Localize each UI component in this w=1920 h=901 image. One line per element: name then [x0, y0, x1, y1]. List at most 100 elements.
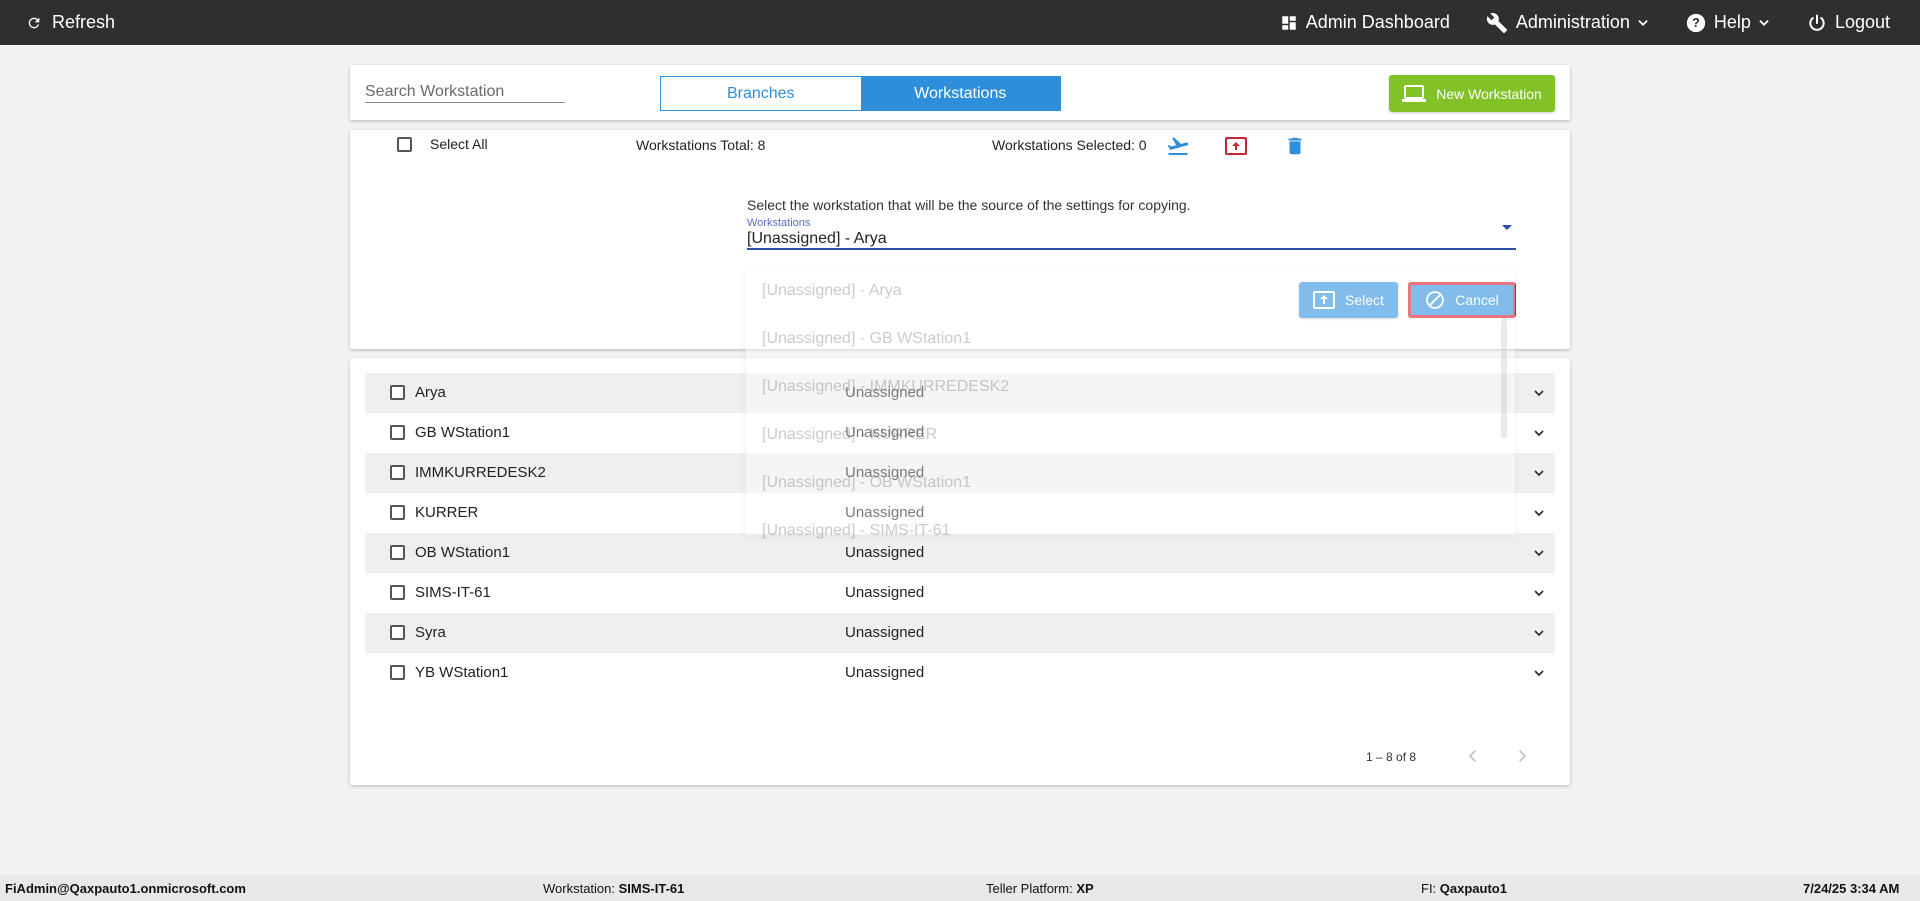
- help-icon: ?: [1686, 13, 1706, 32]
- select-label: Select: [1345, 292, 1384, 308]
- table-row[interactable]: IMMKURREDESK2 Unassigned: [365, 453, 1555, 493]
- refresh-label: Refresh: [52, 12, 116, 32]
- status-fi: FI: Qaxpauto1: [1421, 881, 1507, 896]
- chevron-down-icon: [1638, 19, 1648, 26]
- chevron-right-icon: [1519, 750, 1527, 762]
- workstation-name: KURRER: [415, 504, 479, 521]
- workstation-branch: Unassigned: [845, 664, 925, 681]
- workstation-name: IMMKURREDESK2: [415, 464, 546, 481]
- tab-workstations[interactable]: Workstations: [860, 77, 1060, 110]
- table-row[interactable]: GB WStation1 Unassigned: [365, 413, 1555, 453]
- row-checkbox[interactable]: [390, 425, 405, 440]
- copy-settings-button[interactable]: [1166, 134, 1190, 163]
- nav-administration[interactable]: Administration: [1486, 12, 1650, 34]
- workstation-branch: Unassigned: [845, 584, 925, 601]
- top-nav: Admin Dashboard Administration ? Help Lo…: [1244, 0, 1890, 45]
- workstation-branch: Unassigned: [845, 624, 925, 641]
- status-user: FiAdmin@Qaxpauto1.onmicrosoft.com: [5, 881, 246, 896]
- toolbar-card: Branches Workstations New Workstation: [350, 65, 1570, 120]
- select-all-label: Select All: [430, 136, 488, 152]
- source-workstation-dropdown[interactable]: Workstations [Unassigned] - Arya: [747, 217, 1516, 250]
- top-bar: Refresh Admin Dashboard Administration ?…: [0, 0, 1920, 45]
- pager-prev-button[interactable]: [1464, 747, 1482, 770]
- new-workstation-button[interactable]: New Workstation: [1389, 75, 1555, 112]
- dropdown-value: [Unassigned] - Arya: [747, 230, 887, 247]
- search-input[interactable]: [365, 81, 565, 103]
- row-checkbox[interactable]: [390, 625, 405, 640]
- expand-chevron-icon[interactable]: [1531, 625, 1547, 645]
- workstation-name: Syra: [415, 624, 446, 641]
- copy-instructions: Select the workstation that will be the …: [747, 197, 1191, 213]
- select-all[interactable]: Select All: [397, 136, 488, 152]
- table-row[interactable]: OB WStation1 Unassigned: [365, 533, 1555, 573]
- table-row[interactable]: SIMS-IT-61 Unassigned: [365, 573, 1555, 613]
- table-row[interactable]: Syra Unassigned: [365, 613, 1555, 653]
- pager-next-button[interactable]: [1513, 747, 1531, 770]
- chevron-left-icon: [1468, 750, 1476, 762]
- workstation-name: Arya: [415, 384, 446, 401]
- expand-chevron-icon[interactable]: [1531, 585, 1547, 605]
- expand-chevron-icon[interactable]: [1531, 545, 1547, 565]
- new-workstation-label: New Workstation: [1436, 85, 1542, 102]
- table-row[interactable]: Arya Unassigned: [365, 373, 1555, 413]
- row-checkbox[interactable]: [390, 585, 405, 600]
- nav-help-label: Help: [1713, 12, 1751, 32]
- expand-chevron-icon[interactable]: [1531, 385, 1547, 405]
- refresh-icon: [28, 17, 40, 28]
- cancel-label: Cancel: [1455, 292, 1499, 308]
- view-toggle: Branches Workstations: [660, 76, 1061, 111]
- dropdown-label: Workstations: [747, 217, 811, 229]
- expand-chevron-icon[interactable]: [1531, 465, 1547, 485]
- status-workstation: Workstation: SIMS-IT-61: [543, 881, 685, 896]
- workstation-branch: Unassigned: [845, 424, 925, 441]
- trash-icon: [1288, 137, 1302, 155]
- export-button[interactable]: [1224, 134, 1248, 163]
- expand-chevron-icon[interactable]: [1531, 425, 1547, 445]
- status-datetime: 7/24/25 3:34 AM: [1803, 881, 1900, 896]
- delete-button[interactable]: [1284, 134, 1306, 163]
- row-checkbox[interactable]: [390, 545, 405, 560]
- copy-settings-card: Select All Workstations Total: 8 Worksta…: [350, 130, 1570, 349]
- nav-admin-dashboard-label: Admin Dashboard: [1305, 12, 1450, 32]
- dashboard-icon: [1282, 15, 1296, 30]
- tab-branches[interactable]: Branches: [661, 77, 861, 110]
- dropdown-arrow-icon: [1502, 225, 1512, 230]
- workstation-name: GB WStation1: [415, 424, 511, 441]
- nav-logout-label: Logout: [1834, 12, 1890, 32]
- workstations-total: Workstations Total: 8: [636, 137, 766, 153]
- table-row[interactable]: KURRER Unassigned: [365, 493, 1555, 533]
- row-checkbox[interactable]: [390, 465, 405, 480]
- workstations-selected: Workstations Selected: 0: [992, 137, 1147, 153]
- nav-help[interactable]: ? Help: [1686, 12, 1771, 33]
- nav-logout[interactable]: Logout: [1807, 12, 1890, 33]
- refresh-button[interactable]: Refresh: [26, 0, 115, 45]
- expand-chevron-icon[interactable]: [1531, 505, 1547, 525]
- row-checkbox[interactable]: [390, 665, 405, 680]
- workstation-name: YB WStation1: [415, 664, 509, 681]
- workstation-branch: Unassigned: [845, 504, 925, 521]
- nav-admin-dashboard[interactable]: Admin Dashboard: [1280, 12, 1450, 33]
- select-all-checkbox[interactable]: [397, 136, 412, 152]
- workstation-branch: Unassigned: [845, 384, 925, 401]
- status-platform: Teller Platform: XP: [986, 881, 1094, 896]
- status-bar: FiAdmin@Qaxpauto1.onmicrosoft.com Workst…: [0, 875, 1920, 901]
- row-checkbox[interactable]: [390, 505, 405, 520]
- airplane-icon: [1167, 137, 1189, 155]
- select-button[interactable]: Select: [1299, 282, 1398, 318]
- cancel-button[interactable]: Cancel: [1408, 282, 1516, 318]
- nav-administration-label: Administration: [1515, 12, 1630, 32]
- upload-box-icon: [1225, 137, 1247, 155]
- table-row[interactable]: YB WStation1 Unassigned: [365, 653, 1555, 693]
- workstation-branch: Unassigned: [845, 544, 925, 561]
- row-checkbox[interactable]: [390, 385, 405, 400]
- cancel-icon: [1426, 291, 1445, 309]
- expand-chevron-icon[interactable]: [1531, 665, 1547, 685]
- wrench-icon: [1486, 12, 1507, 33]
- upload-icon: [1313, 291, 1336, 309]
- laptop-icon: [1402, 84, 1427, 102]
- workstation-list-card: Arya Unassigned GB WStation1 Unassigned IMMK…: [350, 358, 1570, 785]
- pager-range: 1 – 8 of 8: [1366, 750, 1417, 764]
- workstation-branch: Unassigned: [845, 464, 925, 481]
- power-icon: [1809, 14, 1825, 31]
- chevron-down-icon: [1759, 19, 1769, 26]
